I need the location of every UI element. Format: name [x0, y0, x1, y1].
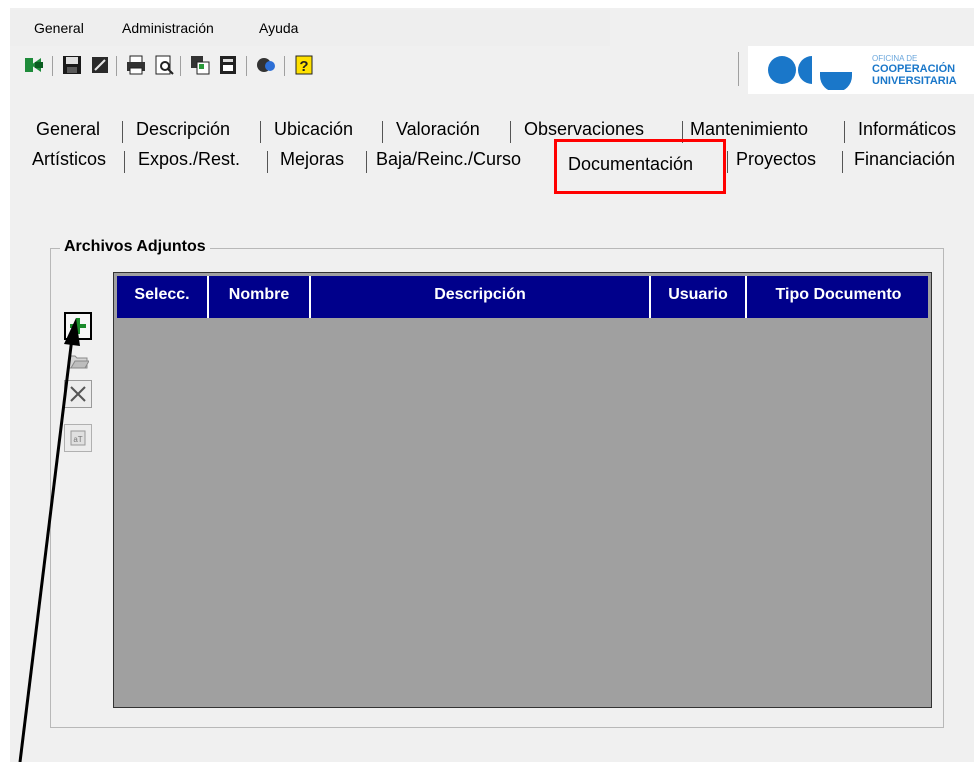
- annotation-arrow: [18, 318, 80, 762]
